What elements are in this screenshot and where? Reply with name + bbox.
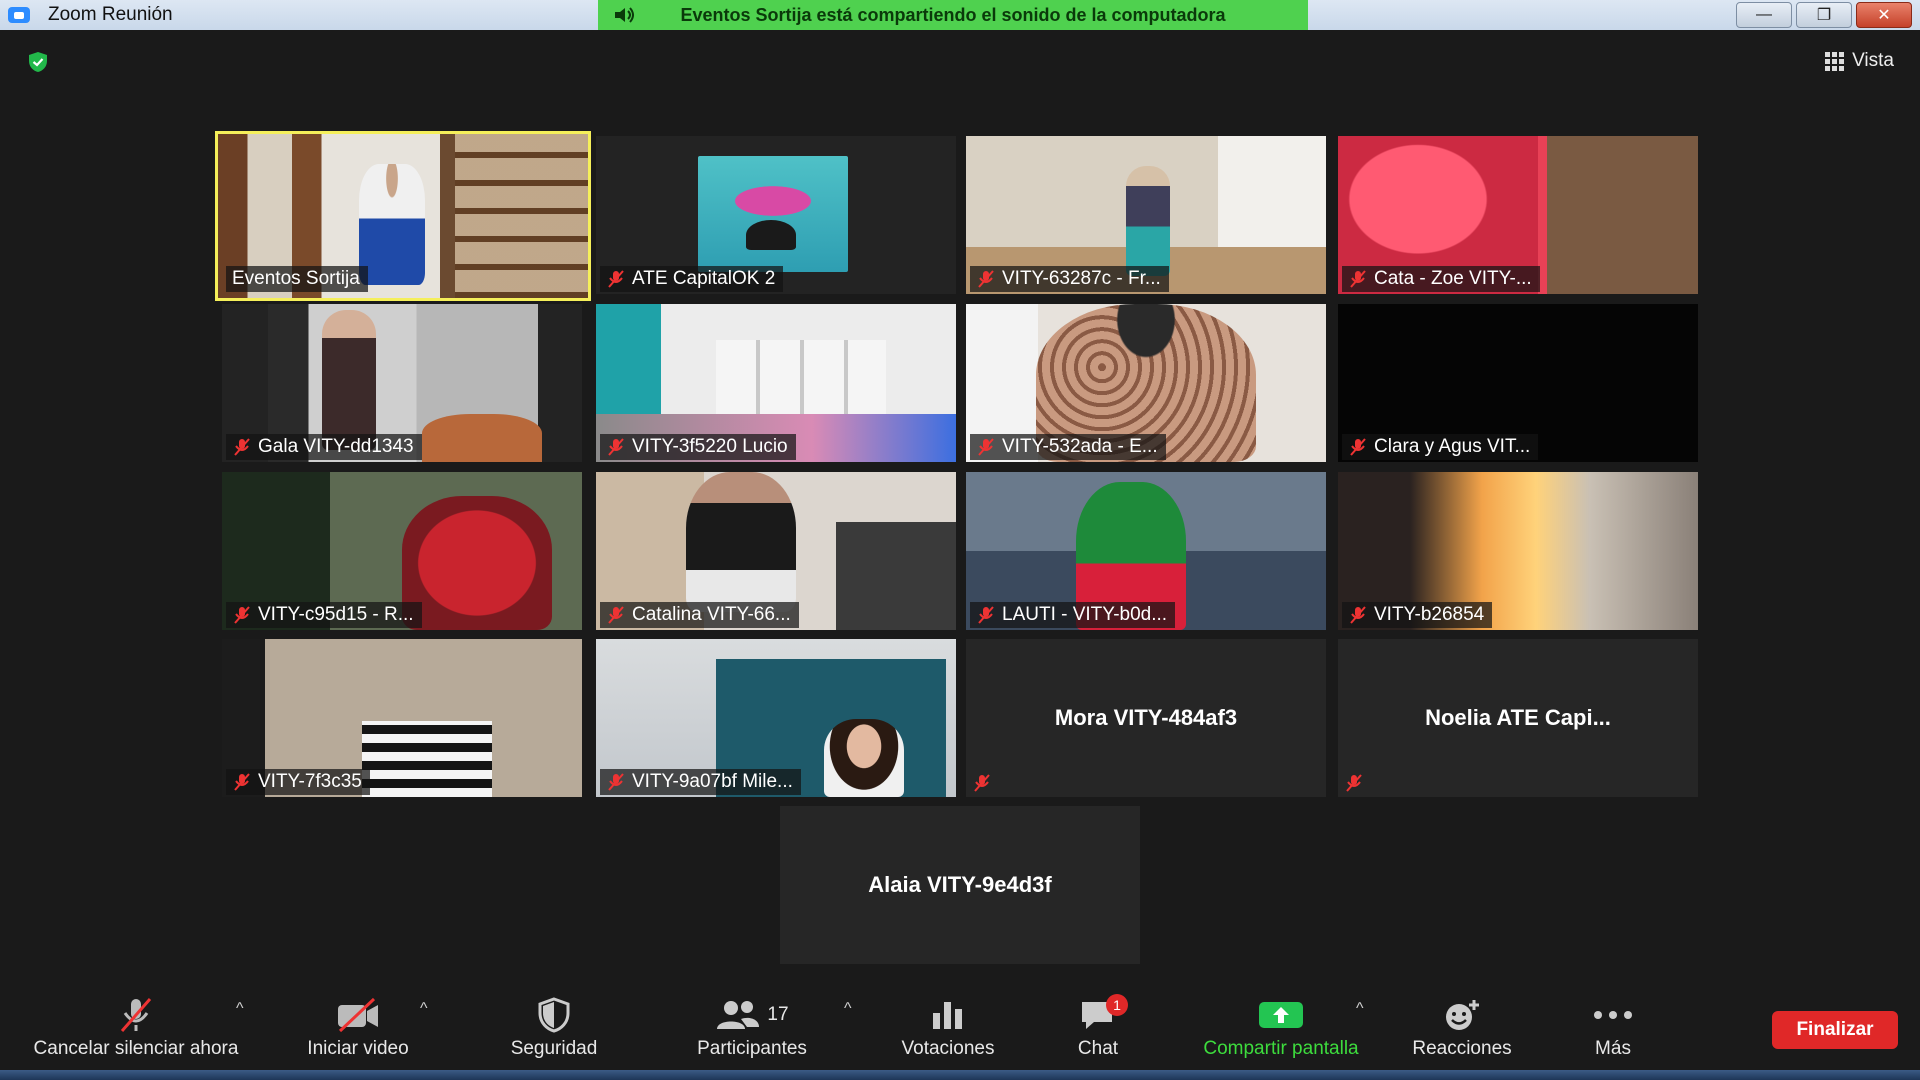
participant-name: Clara y Agus VIT... [1374, 436, 1531, 457]
chat-unread-badge: 1 [1106, 994, 1128, 1016]
video-tile[interactable]: Noelia ATE Capi... [1338, 639, 1698, 797]
video-tile[interactable]: Alaia VITY-9e4d3f [780, 806, 1140, 964]
participants-count: 17 [767, 1004, 789, 1025]
muted-mic-icon [608, 773, 624, 791]
participant-name: VITY-532ada - E... [1002, 436, 1158, 457]
muted-mic-icon [1350, 270, 1366, 288]
participants-label: Participantes [697, 1038, 807, 1059]
video-tile[interactable]: Mora VITY-484af3 [966, 639, 1326, 797]
muted-mic-icon [608, 270, 624, 288]
share-banner-text: Eventos Sortija está compartiendo el son… [680, 4, 1226, 25]
share-screen-icon [1259, 1002, 1303, 1028]
muted-mic-icon [234, 438, 250, 456]
audio-options-caret[interactable]: ^ [236, 1000, 244, 1018]
zoom-app-icon [8, 7, 30, 23]
video-tile[interactable]: VITY-b26854 [1338, 472, 1698, 630]
participant-name: Eventos Sortija [232, 268, 360, 289]
muted-mic-icon [974, 774, 990, 792]
participant-name: Gala VITY-dd1343 [258, 436, 414, 457]
view-button[interactable]: Vista [1825, 47, 1894, 75]
participant-name: VITY-b26854 [1374, 604, 1485, 625]
video-tile[interactable]: ATE CapitalOK 2 [596, 136, 956, 294]
restore-button[interactable]: ❐ [1796, 2, 1852, 28]
participant-name: VITY-3f5220 Lucio [632, 436, 788, 457]
shield-icon [538, 997, 570, 1033]
participants-options-caret[interactable]: ^ [844, 1000, 852, 1018]
video-tile[interactable]: Eventos Sortija [215, 131, 591, 301]
muted-mic-icon [234, 606, 250, 624]
participant-name: Catalina VITY-66... [632, 604, 791, 625]
muted-mic-icon [978, 270, 994, 288]
video-tile[interactable]: VITY-c95d15 - R... [222, 472, 582, 630]
participant-name: VITY-7f3c35 [258, 771, 362, 792]
polls-label: Votaciones [901, 1038, 995, 1059]
muted-mic-icon [978, 438, 994, 456]
reaction-smiley-icon [1446, 1000, 1479, 1030]
encryption-shield-icon[interactable] [26, 50, 50, 74]
video-tile[interactable]: Cata - Zoe VITY-... [1338, 136, 1698, 294]
chat-label: Chat [1077, 1038, 1119, 1059]
video-tile[interactable]: Gala VITY-dd1343 [222, 304, 582, 462]
unmute-button[interactable]: Cancelar silenciar ahora [18, 992, 254, 1070]
video-tile[interactable]: VITY-532ada - E... [966, 304, 1326, 462]
zoom-window: Zoom Reunión Eventos Sortija está compar… [0, 0, 1920, 1080]
participant-name: VITY-63287c - Fr... [1002, 268, 1161, 289]
unmute-label: Cancelar silenciar ahora [33, 1038, 239, 1059]
sound-share-banner: Eventos Sortija está compartiendo el son… [598, 0, 1308, 30]
reactions-button[interactable]: Reacciones [1404, 992, 1520, 1070]
muted-mic-icon [978, 606, 994, 624]
video-tile[interactable]: Clara y Agus VIT... [1338, 304, 1698, 462]
video-tile[interactable]: Catalina VITY-66... [596, 472, 956, 630]
window-title: Zoom Reunión [48, 4, 173, 25]
start-video-label: Iniciar video [307, 1038, 409, 1059]
minimize-button[interactable]: — [1736, 2, 1792, 28]
participant-name: Cata - Zoe VITY-... [1374, 268, 1532, 289]
meeting-toolbar: Cancelar silenciar ahora ^ Iniciar video… [0, 992, 1920, 1070]
muted-mic-icon [608, 606, 624, 624]
chat-button[interactable]: 1 Chat [1058, 992, 1138, 1070]
bar-chart-icon [933, 1002, 962, 1029]
muted-mic-icon [1350, 438, 1366, 456]
share-screen-button[interactable]: Compartir pantalla [1184, 992, 1378, 1070]
start-video-button[interactable]: Iniciar video [288, 992, 428, 1070]
close-button[interactable]: ✕ [1856, 2, 1912, 28]
muted-mic-icon [234, 773, 250, 791]
video-tile[interactable]: VITY-63287c - Fr... [966, 136, 1326, 294]
end-meeting-button[interactable]: Finalizar [1772, 1011, 1898, 1049]
video-options-caret[interactable]: ^ [420, 1000, 428, 1018]
participant-name: Noelia ATE Capi... [1425, 705, 1611, 730]
share-screen-label: Compartir pantalla [1203, 1038, 1359, 1059]
participant-name: VITY-9a07bf Mile... [632, 771, 793, 792]
video-off-icon [338, 997, 378, 1033]
reactions-label: Reacciones [1412, 1038, 1512, 1059]
muted-mic-icon [1346, 774, 1362, 792]
muted-mic-icon [1350, 606, 1366, 624]
security-label: Seguridad [510, 1038, 598, 1059]
title-bar: Zoom Reunión Eventos Sortija está compar… [0, 0, 1920, 30]
ellipsis-icon [1594, 1011, 1632, 1019]
view-label: Vista [1852, 50, 1894, 71]
more-label: Más [1595, 1038, 1631, 1059]
video-tile[interactable]: LAUTI - VITY-b0d... [966, 472, 1326, 630]
video-tile[interactable]: VITY-7f3c35 [222, 639, 582, 797]
muted-mic-icon [608, 438, 624, 456]
security-button[interactable]: Seguridad [494, 992, 614, 1070]
participant-name: ATE CapitalOK 2 [632, 268, 776, 289]
share-options-caret[interactable]: ^ [1356, 1000, 1364, 1018]
muted-mic-icon [120, 998, 152, 1032]
participant-name: Mora VITY-484af3 [1054, 705, 1238, 730]
speaker-icon [615, 7, 634, 23]
participants-icon [717, 1001, 760, 1029]
more-button[interactable]: Más [1582, 992, 1644, 1070]
participant-name: LAUTI - VITY-b0d... [1002, 604, 1168, 625]
video-tile[interactable]: VITY-9a07bf Mile... [596, 639, 956, 797]
grid-view-icon [1825, 51, 1845, 71]
participant-name: VITY-c95d15 - R... [258, 604, 414, 625]
video-tile[interactable]: VITY-3f5220 Lucio [596, 304, 956, 462]
os-taskbar [0, 1070, 1920, 1080]
participants-button[interactable]: 17 Participantes [680, 992, 824, 1070]
participant-name: Alaia VITY-9e4d3f [868, 872, 1052, 897]
polls-button[interactable]: Votaciones [880, 992, 1016, 1070]
